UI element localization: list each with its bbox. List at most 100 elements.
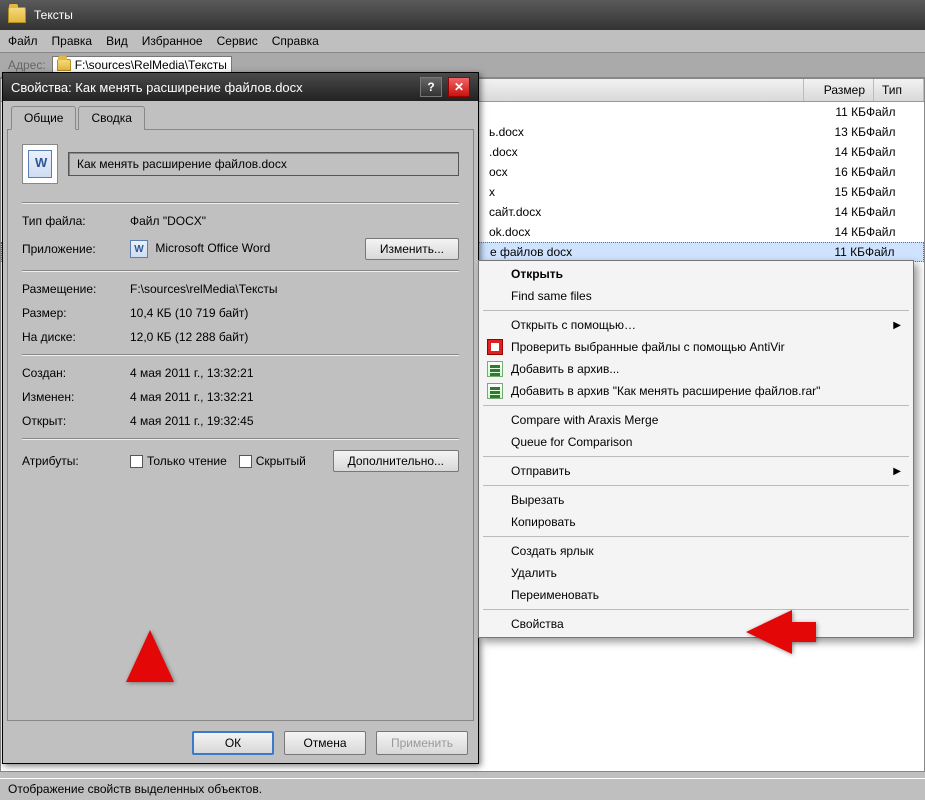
file-type: Файл (866, 145, 916, 159)
change-app-button[interactable]: Изменить... (365, 238, 459, 260)
context-menu-item[interactable]: Открыть с помощью… ▶ (481, 314, 911, 336)
location-label: Размещение: (22, 282, 130, 296)
context-menu-label: Открыть с помощью… (511, 318, 636, 332)
file-type: Файл (866, 165, 916, 179)
readonly-text: Только чтение (147, 454, 227, 468)
context-menu-item[interactable]: Вырезать (481, 489, 911, 511)
context-menu-label: Копировать (511, 515, 576, 529)
close-button[interactable]: ✕ (448, 77, 470, 97)
file-size: 14 КБ (796, 145, 866, 159)
context-menu-label: Открыть (511, 267, 563, 281)
context-menu-item[interactable]: Удалить (481, 562, 911, 584)
ok-button[interactable]: ОК (192, 731, 274, 755)
tab-page: Как менять расширение файлов.docx Тип фа… (7, 129, 474, 721)
context-menu-label: Отправить (511, 464, 571, 478)
explorer-title: Тексты (34, 8, 73, 22)
file-size: 14 КБ (796, 205, 866, 219)
winrar-icon (487, 361, 503, 377)
application-label: Приложение: (22, 242, 130, 256)
file-type: Файл (865, 245, 915, 259)
menu-file[interactable]: Файл (8, 34, 38, 48)
apply-button[interactable]: Применить (376, 731, 468, 755)
tab-general[interactable]: Общие (11, 106, 76, 130)
address-text: F:\sources\RelMedia\Тексты (75, 58, 227, 72)
file-size: 15 КБ (796, 185, 866, 199)
modified-label: Изменен: (22, 390, 130, 404)
context-menu-label: Создать ярлык (511, 544, 594, 558)
context-menu-item[interactable]: Переименовать (481, 584, 911, 606)
context-menu-item[interactable]: Добавить в архив... (481, 358, 911, 380)
filetype-label: Тип файла: (22, 214, 130, 228)
address-label: Адрес: (8, 58, 46, 72)
hidden-text: Скрытый (256, 454, 306, 468)
context-menu-label: Переименовать (511, 588, 599, 602)
submenu-arrow-icon: ▶ (893, 466, 901, 477)
properties-dialog: Свойства: Как менять расширение файлов.d… (2, 72, 479, 764)
created-value: 4 мая 2011 г., 13:32:21 (130, 366, 254, 380)
context-menu-item[interactable]: Добавить в архив "Как менять расширение … (481, 380, 911, 402)
context-menu-label: Compare with Araxis Merge (511, 413, 658, 427)
location-value: F:\sources\relMedia\Тексты (130, 282, 278, 296)
application-value: W Microsoft Office Word (130, 240, 270, 258)
readonly-checkbox[interactable]: Только чтение (130, 454, 227, 468)
context-menu-item[interactable]: Queue for Comparison (481, 431, 911, 453)
menubar: Файл Правка Вид Избранное Сервис Справка (0, 30, 925, 53)
context-menu-label: Проверить выбранные файлы с помощью Anti… (511, 340, 785, 354)
context-menu-label: Find same files (511, 289, 592, 303)
dialog-buttons: ОК Отмена Применить (7, 721, 474, 759)
attributes-label: Атрибуты: (22, 454, 130, 468)
help-button[interactable]: ? (420, 77, 442, 97)
annotation-arrow (126, 630, 174, 682)
context-menu-label: Добавить в архив... (511, 362, 619, 376)
dialog-title: Свойства: Как менять расширение файлов.d… (11, 80, 414, 95)
size-label: Размер: (22, 306, 130, 320)
folder-icon (8, 7, 26, 23)
context-menu-item[interactable]: Compare with Araxis Merge (481, 409, 911, 431)
context-menu-item[interactable]: Свойства (481, 613, 911, 635)
word-icon: W (130, 240, 148, 258)
menu-edit[interactable]: Правка (52, 34, 93, 48)
file-size: 16 КБ (796, 165, 866, 179)
cancel-button[interactable]: Отмена (284, 731, 366, 755)
application-text: Microsoft Office Word (155, 241, 270, 255)
context-menu-label: Удалить (511, 566, 557, 580)
file-size: 14 КБ (796, 225, 866, 239)
col-type[interactable]: Тип (874, 79, 924, 101)
winrar-icon (487, 383, 503, 399)
context-menu-item[interactable]: Проверить выбранные файлы с помощью Anti… (481, 336, 911, 358)
menu-view[interactable]: Вид (106, 34, 128, 48)
submenu-arrow-icon: ▶ (893, 320, 901, 331)
modified-value: 4 мая 2011 г., 13:32:21 (130, 390, 254, 404)
antivir-icon (487, 339, 503, 355)
menu-tools[interactable]: Сервис (217, 34, 258, 48)
size-on-disk-value: 12,0 КБ (12 288 байт) (130, 330, 248, 344)
context-menu-label: Вырезать (511, 493, 564, 507)
file-size: 11 КБ (795, 245, 865, 259)
size-value: 10,4 КБ (10 719 байт) (130, 306, 248, 320)
filename-input[interactable]: Как менять расширение файлов.docx (68, 152, 459, 176)
accessed-value: 4 мая 2011 г., 19:32:45 (130, 414, 254, 428)
folder-icon (57, 59, 71, 71)
menu-help[interactable]: Справка (272, 34, 319, 48)
col-size[interactable]: Размер (804, 79, 874, 101)
context-menu-item[interactable]: Открыть (481, 263, 911, 285)
file-icon (22, 144, 58, 184)
explorer-titlebar: Тексты (0, 0, 925, 30)
file-type: Файл (866, 125, 916, 139)
context-menu: Открыть Find same files Открыть с помощью…… (478, 260, 914, 638)
context-menu-item[interactable]: Создать ярлык (481, 540, 911, 562)
context-menu-label: Добавить в архив "Как менять расширение … (511, 384, 820, 398)
file-type: Файл (866, 185, 916, 199)
file-type: Файл (866, 105, 916, 119)
context-menu-item[interactable]: Отправить ▶ (481, 460, 911, 482)
menu-favorites[interactable]: Избранное (142, 34, 203, 48)
accessed-label: Открыт: (22, 414, 130, 428)
advanced-button[interactable]: Дополнительно... (333, 450, 459, 472)
context-menu-label: Свойства (511, 617, 564, 631)
dialog-titlebar[interactable]: Свойства: Как менять расширение файлов.d… (3, 73, 478, 101)
context-menu-item[interactable]: Копировать (481, 511, 911, 533)
context-menu-item[interactable]: Find same files (481, 285, 911, 307)
file-size: 11 КБ (796, 105, 866, 119)
hidden-checkbox[interactable]: Скрытый (239, 454, 306, 468)
tab-summary[interactable]: Сводка (78, 106, 145, 130)
